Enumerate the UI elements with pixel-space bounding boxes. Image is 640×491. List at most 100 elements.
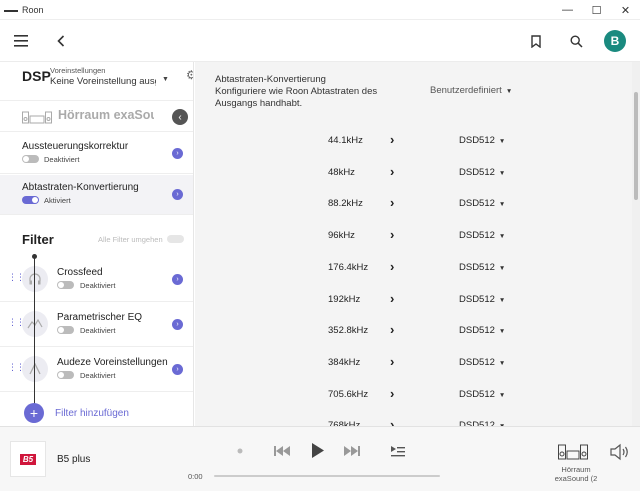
rate-row: 352.8kHz › DSD512 ▼: [195, 316, 632, 348]
rate-row: 768kHz›DSD512▼: [195, 411, 632, 426]
output-rate-value: DSD512: [459, 261, 495, 273]
add-filter-label[interactable]: Filter hinzufügen: [55, 408, 129, 419]
output-rate-dropdown[interactable]: DSD512▼: [459, 230, 505, 241]
chevron-down-icon: ▼: [498, 201, 506, 209]
chevron-down-icon[interactable]: ▼: [162, 76, 169, 83]
play-icon[interactable]: [307, 438, 329, 462]
audeze-logo-icon: [22, 356, 48, 382]
chevron-down-icon: ▼: [498, 138, 506, 145]
output-rate-dropdown[interactable]: DSD512▼: [459, 167, 505, 178]
rate-row: 48kHz › DSD512 ▼: [195, 158, 632, 190]
window-titlebar: Roon — ☐ ✕: [0, 0, 640, 20]
preset-caption: Voreinstellungen: [50, 66, 106, 75]
toggle-switch[interactable]: [22, 196, 39, 204]
filter-item-parametric-eq[interactable]: ⋮⋮ Parametrischer EQ Deaktiviert ›: [0, 303, 193, 347]
user-avatar[interactable]: B: [604, 30, 626, 52]
input-rate: 352.8kHz: [328, 325, 369, 337]
output-rate-value: DSD512: [459, 293, 495, 305]
output-rate-dropdown[interactable]: DSD512▼: [459, 325, 505, 336]
chevron-down-icon: ▼: [498, 233, 506, 241]
plus-icon[interactable]: +: [24, 403, 44, 423]
toggle-switch[interactable]: [57, 371, 74, 379]
next-track-icon[interactable]: [343, 443, 361, 459]
headphones-icon: [22, 266, 48, 292]
mode-dropdown[interactable]: Benutzerdefiniert ▼: [430, 85, 512, 96]
arrow-right-icon: ›: [390, 132, 395, 147]
window-title: Roon: [22, 4, 44, 15]
zone-row: Hörraum exaSound ‹: [0, 100, 193, 132]
filter-item-crossfeed[interactable]: ⋮⋮ Crossfeed Deaktiviert ›: [0, 258, 193, 302]
album-art[interactable]: B5: [10, 441, 46, 477]
conversion-title: Abtastraten-Konvertierung: [215, 74, 326, 85]
maximize-button[interactable]: ☐: [582, 0, 611, 20]
mode-value: Benutzerdefiniert: [430, 85, 502, 96]
chevron-right-icon[interactable]: ›: [172, 274, 183, 285]
conversion-description: Konfiguriere wie Roon Abtastraten des Au…: [215, 85, 378, 109]
close-button[interactable]: ✕: [611, 0, 640, 20]
input-rate: 384kHz: [328, 356, 361, 368]
scrollbar[interactable]: [632, 62, 640, 426]
output-rate-dropdown[interactable]: DSD512▼: [459, 294, 505, 305]
arrow-right-icon: ›: [390, 290, 395, 306]
back-arrow-icon[interactable]: [50, 30, 72, 52]
minimize-button[interactable]: —: [553, 0, 582, 20]
bookmark-icon[interactable]: [525, 30, 547, 52]
chevron-right-icon[interactable]: ›: [172, 364, 183, 375]
setting-state: Deaktiviert: [44, 155, 80, 164]
search-icon[interactable]: [565, 30, 587, 52]
scrollbar-thumb[interactable]: [634, 92, 638, 200]
output-zone-name[interactable]: Hörraum exaSound (2: [548, 465, 604, 483]
output-rate-value: DSD512: [459, 198, 495, 210]
input-rate: 705.6kHz: [328, 388, 369, 400]
toggle-switch[interactable]: [57, 281, 74, 289]
setting-volume-leveling[interactable]: Aussteuerungskorrektur Deaktiviert ›: [0, 134, 193, 174]
arrow-right-icon: ›: [390, 322, 395, 338]
setting-title: Aussteuerungskorrektur: [22, 141, 129, 152]
collapse-arrow-icon[interactable]: ‹: [172, 109, 188, 125]
album-logo: B5: [19, 453, 37, 465]
chevron-right-icon[interactable]: ›: [172, 148, 183, 159]
radio-dot-icon[interactable]: [234, 445, 246, 457]
preset-dropdown[interactable]: Keine Voreinstellung ausgewählt: [50, 76, 156, 87]
elapsed-time: 0:00: [188, 472, 203, 481]
arrow-right-icon: ›: [390, 417, 395, 426]
output-rate-dropdown[interactable]: DSD512▼: [459, 198, 505, 209]
add-filter-button[interactable]: + Filter hinzufügen: [24, 402, 129, 424]
arrow-right-icon: ›: [390, 353, 395, 369]
player-bar: B5 B5 plus 0:00 Hörraum exaSound (2: [0, 426, 640, 491]
chevron-down-icon: ▼: [498, 264, 506, 272]
toggle-switch[interactable]: [57, 326, 74, 334]
chevron-down-icon: ▼: [498, 391, 506, 399]
audio-device-icon[interactable]: [558, 444, 588, 460]
chevron-right-icon[interactable]: ›: [172, 189, 183, 200]
audio-device-icon: [22, 111, 52, 124]
chevron-right-icon[interactable]: ›: [172, 319, 183, 330]
input-rate: 176.4kHz: [328, 261, 369, 273]
arrow-right-icon: ›: [390, 385, 395, 401]
output-rate-dropdown[interactable]: DSD512▼: [459, 262, 505, 273]
dsp-sidebar: DSP Voreinstellungen Keine Voreinstellun…: [0, 62, 194, 426]
zone-name: Hörraum exaSound: [58, 108, 154, 122]
chevron-down-icon: ▼: [498, 328, 506, 336]
queue-icon[interactable]: [389, 443, 407, 459]
track-title[interactable]: B5 plus: [57, 454, 90, 465]
toggle-switch[interactable]: [22, 155, 39, 163]
bypass-all-toggle[interactable]: [167, 235, 184, 243]
hamburger-menu-icon[interactable]: [10, 30, 32, 52]
seek-bar[interactable]: [214, 475, 440, 477]
gear-icon[interactable]: ⚙: [186, 68, 193, 82]
previous-track-icon[interactable]: [273, 443, 291, 459]
arrow-right-icon: ›: [390, 227, 395, 243]
output-rate-dropdown[interactable]: DSD512▼: [459, 135, 505, 146]
output-rate-value: DSD512: [459, 135, 495, 146]
eq-curve-icon: [22, 311, 48, 337]
setting-sample-rate-conversion[interactable]: Abtastraten-Konvertierung Aktiviert ›: [0, 175, 193, 215]
output-rate-dropdown[interactable]: DSD512▼: [459, 389, 505, 400]
chevron-down-icon: ▼: [505, 88, 513, 95]
filter-item-audeze-presets[interactable]: ⋮⋮ Audeze Voreinstellungen Deaktiviert ›: [0, 348, 193, 392]
filter-state: Deaktiviert: [80, 281, 116, 290]
output-rate-dropdown[interactable]: DSD512▼: [459, 357, 505, 368]
rate-row: 88.2kHz › DSD512 ▼: [195, 189, 632, 221]
output-rate-value: DSD512: [459, 356, 495, 368]
volume-icon[interactable]: [610, 443, 630, 461]
